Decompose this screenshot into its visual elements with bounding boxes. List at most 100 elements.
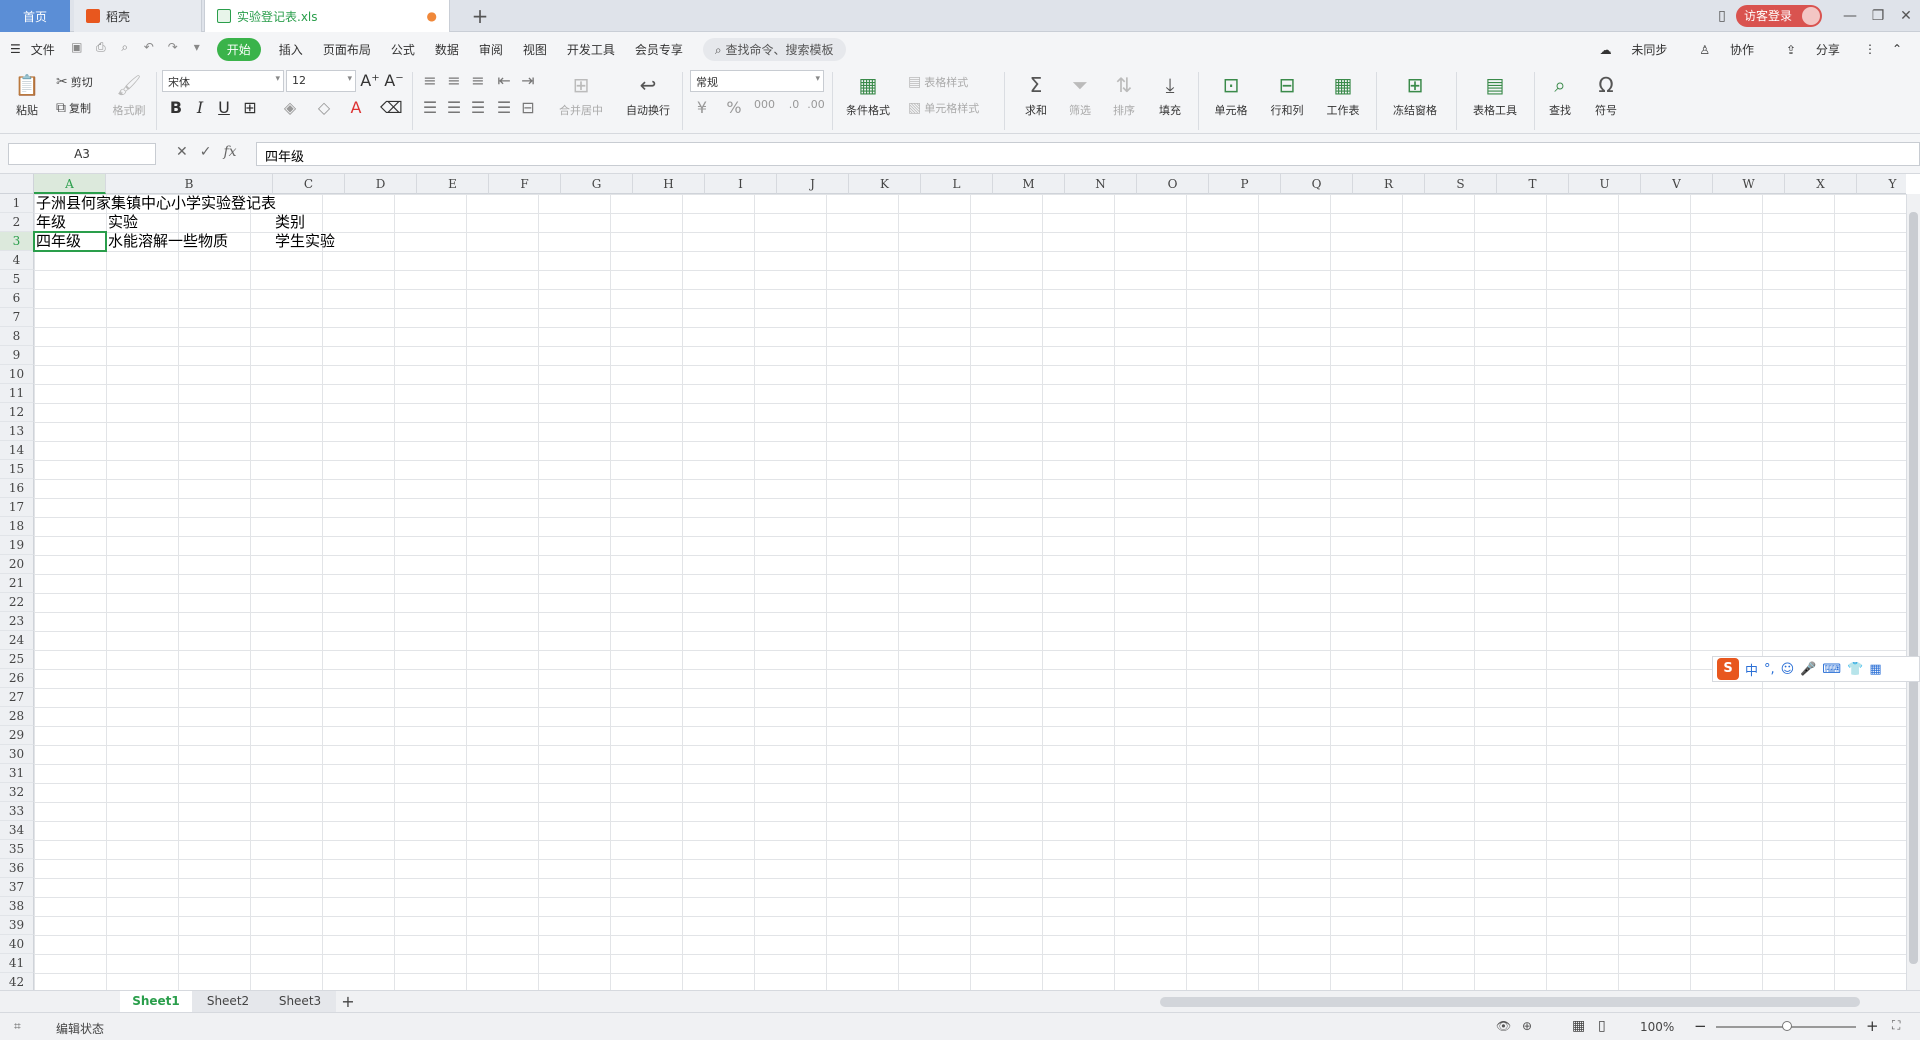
format-painter-button[interactable]: 🖌 格式刷 (108, 72, 150, 118)
row-header-29[interactable]: 29 (0, 726, 34, 745)
conditional-format-button[interactable]: ▦ 条件格式 (838, 72, 898, 118)
menu-tab-member[interactable]: 会员专享 (635, 41, 683, 58)
file-menu[interactable]: 文件 (31, 41, 55, 58)
fullscreen-icon[interactable]: ⛶ (1892, 1018, 1900, 1033)
command-search[interactable]: ⌕ 查找命令、搜索模板 (702, 37, 846, 61)
cell-style-button[interactable]: ▧ 单元格样式 (908, 100, 979, 116)
column-header-X[interactable]: X (1785, 174, 1857, 194)
redo-icon[interactable]: ↷ (164, 40, 182, 58)
name-box[interactable]: A3 (8, 143, 156, 165)
align-right-icon[interactable]: ☰ (468, 98, 488, 117)
row-header-7[interactable]: 7 (0, 308, 34, 327)
font-size-select[interactable]: 12 (286, 70, 356, 92)
row-header-3[interactable]: 3 (0, 232, 34, 251)
distribute-icon[interactable]: ⊟ (518, 98, 538, 117)
row-header-32[interactable]: 32 (0, 783, 34, 802)
more-options-icon[interactable]: ⋮ (1864, 42, 1876, 56)
more-icon[interactable]: ▾ (188, 40, 206, 58)
add-sheet-button[interactable]: + (336, 991, 360, 1013)
zoom-out-button[interactable]: − (1694, 1017, 1707, 1035)
indent-decrease-icon[interactable]: ⇤ (494, 71, 514, 90)
h-scroll-thumb[interactable] (1160, 997, 1860, 1007)
row-header-25[interactable]: 25 (0, 650, 34, 669)
row-header-36[interactable]: 36 (0, 859, 34, 878)
formula-input[interactable]: 四年级 (256, 142, 1920, 166)
cell-B2[interactable]: 实验 (106, 213, 138, 232)
paste-button[interactable]: 📋 粘贴 (10, 72, 44, 118)
row-header-12[interactable]: 12 (0, 403, 34, 422)
menu-tab-start[interactable]: 开始 (216, 37, 261, 61)
align-left-icon[interactable]: ☰ (420, 98, 440, 117)
row-header-38[interactable]: 38 (0, 897, 34, 916)
row-header-2[interactable]: 2 (0, 213, 34, 232)
row-header-20[interactable]: 20 (0, 555, 34, 574)
row-header-13[interactable]: 13 (0, 422, 34, 441)
column-header-V[interactable]: V (1641, 174, 1713, 194)
row-header-6[interactable]: 6 (0, 289, 34, 308)
row-header-26[interactable]: 26 (0, 669, 34, 688)
row-header-31[interactable]: 31 (0, 764, 34, 783)
column-header-D[interactable]: D (345, 174, 417, 194)
number-format-select[interactable]: 常规 (690, 70, 824, 92)
undo-icon[interactable]: ↶ (140, 40, 158, 58)
minimize-icon[interactable]: — (1836, 8, 1864, 24)
fx-icon[interactable]: fx (223, 144, 236, 160)
align-bottom-icon[interactable]: ≡ (468, 71, 488, 90)
save-icon[interactable]: ▣ (68, 40, 86, 58)
menu-tab-formula[interactable]: 公式 (391, 41, 415, 58)
row-header-16[interactable]: 16 (0, 479, 34, 498)
decimal-increase-icon[interactable]: .0 (784, 98, 804, 111)
column-header-A[interactable]: A (34, 174, 106, 194)
cell-button[interactable]: ⊡ 单元格 (1206, 72, 1256, 118)
column-header-Y[interactable]: Y (1857, 174, 1906, 194)
menu-tab-insert[interactable]: 插入 (279, 41, 303, 58)
fill-color-icon[interactable]: ◈ (280, 98, 300, 117)
row-header-18[interactable]: 18 (0, 517, 34, 536)
currency-icon[interactable]: ¥ (692, 98, 712, 117)
column-header-B[interactable]: B (106, 174, 273, 194)
row-header-14[interactable]: 14 (0, 441, 34, 460)
menu-tab-view[interactable]: 视图 (523, 41, 547, 58)
column-header-E[interactable]: E (417, 174, 489, 194)
column-header-K[interactable]: K (849, 174, 921, 194)
column-header-G[interactable]: G (561, 174, 633, 194)
align-top-icon[interactable]: ≡ (420, 71, 440, 90)
row-header-42[interactable]: 42 (0, 973, 34, 990)
freeze-panes-button[interactable]: ⊞ 冻结窗格 (1384, 72, 1446, 118)
menu-tab-developer[interactable]: 开发工具 (567, 41, 615, 58)
font-name-select[interactable]: 宋体 (162, 70, 284, 92)
row-header-15[interactable]: 15 (0, 460, 34, 479)
sheet-tab-2[interactable]: Sheet2 (192, 991, 264, 1013)
column-header-C[interactable]: C (273, 174, 345, 194)
row-header-27[interactable]: 27 (0, 688, 34, 707)
row-header-24[interactable]: 24 (0, 631, 34, 650)
menu-tab-review[interactable]: 审阅 (479, 41, 503, 58)
column-header-O[interactable]: O (1137, 174, 1209, 194)
zoom-in-button[interactable]: + (1866, 1017, 1879, 1035)
row-header-33[interactable]: 33 (0, 802, 34, 821)
new-tab-button[interactable]: + (468, 4, 492, 28)
normal-view-icon[interactable]: ▦ (1572, 1018, 1585, 1034)
thousands-icon[interactable]: 000 (754, 98, 775, 111)
border-icon[interactable]: ⊞ (240, 98, 260, 117)
menu-tab-page-layout[interactable]: 页面布局 (323, 41, 371, 58)
zoom-level[interactable]: 100% (1640, 1020, 1674, 1034)
page-view-icon[interactable]: ▯ (1598, 1018, 1606, 1034)
window-layout-icon[interactable]: ▯ (1708, 8, 1736, 24)
column-header-M[interactable]: M (993, 174, 1065, 194)
column-header-J[interactable]: J (777, 174, 849, 194)
fill-button[interactable]: ⤓ 填充 (1150, 72, 1190, 118)
sheet-tab-3[interactable]: Sheet3 (264, 991, 336, 1013)
align-center-icon[interactable]: ☰ (444, 98, 464, 117)
collab-button[interactable]: ♙ 协作 (1691, 41, 1762, 58)
column-header-U[interactable]: U (1569, 174, 1641, 194)
find-button[interactable]: ⌕ 查找 (1540, 72, 1580, 118)
cell-A1[interactable]: 子洲县何家集镇中心小学实验登记表 (34, 194, 276, 213)
column-header-W[interactable]: W (1713, 174, 1785, 194)
row-header-41[interactable]: 41 (0, 954, 34, 973)
copy-button[interactable]: ⧉ 复制 (56, 100, 91, 116)
horizontal-scrollbar[interactable] (1140, 995, 1880, 1009)
collapse-ribbon-icon[interactable]: ⌃ (1892, 42, 1902, 56)
row-header-4[interactable]: 4 (0, 251, 34, 270)
cell-C2[interactable]: 类别 (273, 213, 305, 232)
